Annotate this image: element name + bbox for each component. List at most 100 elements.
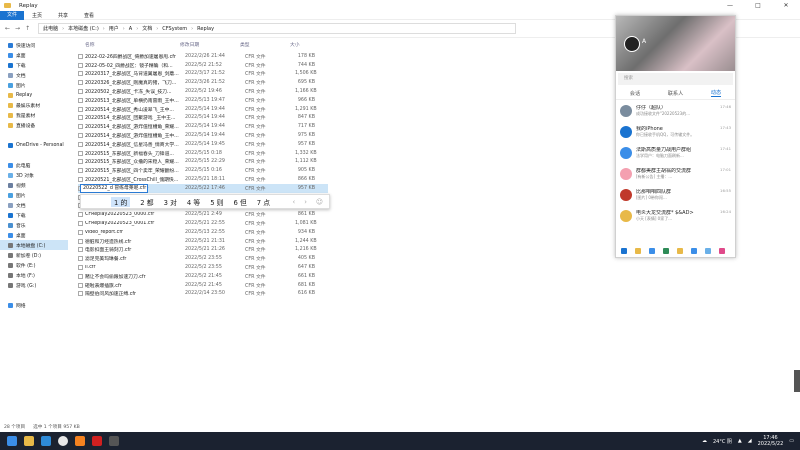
file-row[interactable]: 20220514_北部战区_秀山凌翠飞_王中... 2022/5/14 19:44… — [78, 105, 328, 114]
file-row[interactable]: 20220515_东部战区_众撸的宋稳人_荣耀... 2022/5/15 22:2… — [78, 158, 328, 167]
breadcrumb-item[interactable]: CFSystem — [162, 26, 187, 32]
browser-icon[interactable] — [58, 436, 68, 446]
weather-icon[interactable]: ☁ — [702, 438, 707, 444]
file-row[interactable]: 20220521_北部战区_CrossChill_傀期快... 2022/5/21… — [78, 175, 328, 184]
notification-icon[interactable]: ▭ — [789, 438, 794, 444]
apps-icon[interactable] — [719, 248, 725, 254]
qq-conversation[interactable]: 电炎大龙交流群* $&AD> 小天 [表情] 0家了... 16:24 — [616, 205, 735, 226]
file-row[interactable]: video_report.cfr 2022/5/13 22:55 CFR 文件 934… — [78, 228, 328, 237]
file-row[interactable]: 20220317_北部战区_马背道翼屠恩_剑蘑... 2022/3/17 21:5… — [78, 70, 328, 79]
tab-contacts[interactable]: 联系人 — [668, 90, 684, 97]
ime-candidate[interactable]: 7 点 — [257, 197, 270, 207]
volume-icon[interactable]: ◢ — [748, 438, 752, 444]
file-explorer-icon[interactable] — [24, 436, 34, 446]
qq-conversation[interactable]: 法斯高质量刀战用户群组 法学用户：电脑刀面刷新... 17:41 — [616, 142, 735, 163]
ime-candidate[interactable]: 2 都 — [140, 197, 153, 207]
ime-candidate[interactable]: 6 但 — [233, 197, 246, 207]
sidebar-item[interactable]: 网络 — [0, 300, 68, 310]
qq-conversation[interactable]: 我的iPhone 你已接收手机QQ，可传输文件。 17:43 — [616, 121, 735, 142]
file-row[interactable]: 隔壁伯问风加速正缚.cfr 2022/2/14 23:50 CFR 文件 616 KB — [78, 290, 328, 299]
file-row[interactable]: 电影扣面王骑刻刀.cfr 2022/5/21 21:26 CFR 文件 1,216 K… — [78, 246, 328, 255]
sidebar-item[interactable]: 软件 (E:) — [0, 260, 68, 270]
scrollbar-thumb[interactable] — [794, 370, 800, 392]
file-row[interactable]: 20220515_东部战区_新福春头_刀锋道... 2022/5/15 0:18 C… — [78, 149, 328, 158]
sidebar-item[interactable]: 桌面 — [0, 50, 68, 60]
breadcrumb-item[interactable]: A — [129, 26, 132, 32]
sidebar-item[interactable]: 最娱乐素材 — [0, 100, 68, 110]
file-row[interactable]: 20220326_北部战区_刚魔真的猪，飞刀... 2022/3/26 21:52… — [78, 78, 328, 87]
column-size[interactable]: 大小 — [290, 41, 310, 48]
file-row[interactable]: 20220514_北部战区_游炸值恒槽角_王中... 2022/5/14 19:4… — [78, 131, 328, 140]
sidebar-item[interactable]: 文档 — [0, 200, 68, 210]
folder-icon[interactable] — [635, 248, 641, 254]
minimize-button[interactable]: — — [716, 0, 744, 11]
weather-text[interactable]: 24°C 阴 — [713, 438, 732, 445]
file-row[interactable]: 20220502_北部战区_卡冻_失误_技刀... 2022/5/2 19:46 C… — [78, 87, 328, 96]
file-row[interactable]: 2022-02-26四爵战区_倚爵加速屠恩甩.cfr 2022/2/26 21:4… — [78, 52, 328, 61]
sidebar-item[interactable]: 3D 对象 — [0, 170, 68, 180]
sidebar-item[interactable]: Replay — [0, 90, 68, 100]
ribbon-tab-file[interactable]: 文件 — [0, 10, 25, 20]
qq-conversation[interactable]: 比那咱咱四队群 [图片] 0带你闯... 16:55 — [616, 184, 735, 205]
sidebar-item[interactable]: OneDrive - Personal — [0, 140, 68, 150]
file-row[interactable]: 20220514_北部战区_游炸值恒槽角_荣耀... 2022/5/14 19:4… — [78, 122, 328, 131]
sidebar-item[interactable]: 新加卷 (D:) — [0, 250, 68, 260]
ime-prev-icon[interactable]: ‹ — [292, 198, 295, 206]
up-icon[interactable]: ↑ — [25, 25, 30, 32]
sidebar-item[interactable]: 图片 — [0, 190, 68, 200]
ime-candidate[interactable]: 1 的 — [111, 196, 131, 207]
qq-search-input[interactable]: 搜索 — [618, 73, 733, 85]
qq-conversation[interactable]: 仔仔（超队） 成功接收文件"20220523的... 17:46 — [616, 100, 735, 121]
ime-candidate[interactable]: 3 对 — [164, 197, 177, 207]
sidebar-item[interactable]: 音乐 — [0, 220, 68, 230]
sidebar-item[interactable]: 游戏 (G:) — [0, 280, 68, 290]
menu-icon[interactable] — [621, 248, 627, 254]
sidebar-item[interactable]: 文档 — [0, 70, 68, 80]
mail-icon[interactable] — [663, 248, 669, 254]
game-icon[interactable] — [75, 436, 85, 446]
sidebar-item[interactable]: 下载 — [0, 60, 68, 70]
app-icon[interactable] — [92, 436, 102, 446]
column-name[interactable]: 名称 — [78, 41, 180, 48]
mail-icon[interactable] — [41, 436, 51, 446]
sidebar-item[interactable]: 下载 — [0, 210, 68, 220]
qq-conversation[interactable]: 群都美群主胡翁的交流群 [有新公告] 主播：... 17:01 — [616, 163, 735, 184]
sidebar-item[interactable]: 图片 — [0, 80, 68, 90]
breadcrumb-item[interactable]: 用户 — [109, 25, 119, 32]
back-icon[interactable]: ← — [5, 25, 10, 32]
file-row[interactable]: 德脏和刀经造热线.cfr 2022/5/21 21:31 CFR 文件 1,244 K… — [78, 237, 328, 246]
forward-icon[interactable]: → — [15, 25, 20, 32]
game-icon[interactable] — [677, 248, 683, 254]
ribbon-tab-view[interactable]: 查看 — [76, 12, 102, 19]
file-row[interactable]: 20220514_北部战区_信星冯善_情商大学... 2022/5/14 19:4… — [78, 140, 328, 149]
ime-candidate[interactable]: 4 等 — [187, 197, 200, 207]
ime-candidate[interactable]: 5 则 — [210, 197, 223, 207]
start-icon[interactable] — [7, 436, 17, 446]
file-row[interactable]: 滤足完美玛琳餐.cfr 2022/5/2 23:55 CFR 文件 405 KB — [78, 254, 328, 263]
column-type[interactable]: 类型 — [240, 41, 290, 48]
ime-emoji-icon[interactable]: ☺ — [316, 198, 323, 206]
tab-sessions[interactable]: 会话 — [630, 90, 640, 97]
breadcrumb-item[interactable]: Replay — [197, 26, 214, 32]
rename-input[interactable]: 20220522_d 冒练母莱呢.cfr — [80, 184, 148, 193]
network-icon[interactable]: ▲ — [738, 438, 742, 444]
file-row[interactable]: CFReplay20220523_0001.cfr 2022/5/21 22:55… — [78, 219, 328, 228]
file-row[interactable]: ll.cfr 2022/5/2 23:55 CFR 文件 647 KB — [78, 263, 328, 272]
bell-icon[interactable] — [649, 248, 655, 254]
file-row[interactable]: 2022-05-02_四爵战区：镜子精确（和... 2022/5/2 21:52 C… — [78, 61, 328, 70]
ribbon-tab-home[interactable]: 主页 — [24, 12, 50, 19]
ribbon-tab-share[interactable]: 共享 — [50, 12, 76, 19]
sidebar-item[interactable]: 直播设备 — [0, 120, 68, 130]
clock[interactable]: 17:46 2022/5/22 — [758, 435, 784, 447]
breadcrumb-item[interactable]: 文档 — [142, 25, 152, 32]
file-row[interactable]: CFReplay20220523_0000.cfr 2022/5/21 2:49 C… — [78, 210, 328, 219]
file-row[interactable]: 20220513_北部战区_单横扔南雷雨_王中... 2022/5/13 19:4… — [78, 96, 328, 105]
close-button[interactable]: ✕ — [772, 0, 800, 11]
column-date[interactable]: 修改日期 — [180, 41, 240, 48]
sidebar-item[interactable]: 视频 — [0, 180, 68, 190]
file-row[interactable]: 赌让不会吗偷跟加速刀刀.cfr 2022/5/2 21:45 CFR 文件 661 K… — [78, 272, 328, 281]
sidebar-item[interactable]: 本地 (F:) — [0, 270, 68, 280]
breadcrumb-item[interactable]: 本地磁盘 (C:) — [68, 25, 99, 32]
sidebar-item[interactable]: 桌面 — [0, 230, 68, 240]
breadcrumb[interactable]: 此电脑 › 本地磁盘 (C:) › 用户 › A › 文档 › CFSystem › Rep… — [38, 23, 517, 34]
